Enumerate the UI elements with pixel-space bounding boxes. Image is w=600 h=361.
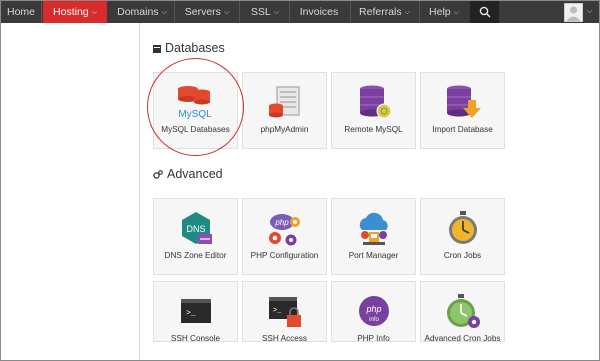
nav-domains-label: Domains — [117, 6, 159, 18]
chevron-down-icon: ⌵ — [453, 9, 459, 16]
section-title-databases: Databases — [153, 41, 225, 56]
nav-ssl[interactable]: SSL ⌵ — [245, 1, 285, 23]
dns-icon-text: DNS — [186, 224, 205, 234]
nav-help[interactable]: Help ⌵ — [424, 1, 464, 23]
tile-label: PHP Info — [357, 334, 390, 343]
search-button[interactable] — [470, 1, 499, 23]
tile-port-manager[interactable]: Port Manager — [331, 198, 416, 275]
php-info-icon: php info — [359, 296, 389, 326]
tile-import-database[interactable]: Import Database — [420, 72, 505, 149]
section-title-databases-label: Databases — [165, 41, 225, 55]
nav-servers-label: Servers — [184, 6, 221, 18]
mysql-icon-text: MySQL — [178, 109, 212, 120]
nav-help-label: Help — [429, 6, 451, 18]
nav-hosting[interactable]: Hosting ⌵ — [43, 1, 107, 23]
tile-label: SSH Access — [261, 334, 308, 343]
nav-domains[interactable]: Domains ⌵ — [111, 1, 173, 23]
cron-jobs-icon — [449, 211, 477, 244]
mysql-icon: MySQL — [178, 86, 212, 120]
nav-divider — [239, 1, 240, 23]
ssh-access-icon-text: >_ — [273, 307, 282, 315]
ssh-console-icon: >_ — [181, 299, 211, 323]
tile-label: phpMyAdmin — [260, 125, 309, 134]
nav-home-label: Home — [6, 6, 35, 18]
tile-ssh-console[interactable]: >_ SSH Console — [153, 281, 238, 343]
tile-ssh-access[interactable]: >_ SSH Access — [242, 281, 327, 343]
tile-remote-mysql[interactable]: Remote MySQL — [331, 72, 416, 149]
chevron-down-icon[interactable]: ⌵ — [587, 1, 592, 23]
nav-hosting-label: Hosting — [53, 6, 89, 18]
tile-phpmyadmin[interactable]: phpMyAdmin — [242, 72, 327, 149]
section-title-advanced-label: Advanced — [167, 167, 223, 181]
tile-label: Cron Jobs — [443, 251, 482, 260]
dns-zone-icon: DNS — [182, 212, 212, 244]
tile-label: Port Manager — [348, 251, 399, 260]
tile-label: Import Database — [432, 125, 493, 134]
php-info-icon-subtext: info — [369, 317, 379, 323]
ssh-console-icon-text: >_ — [186, 309, 196, 318]
tile-advanced-cron-jobs[interactable]: Advanced Cron Jobs — [420, 281, 505, 343]
php-info-icon-text: php — [365, 304, 381, 314]
tile-php-info[interactable]: php info PHP Info — [331, 281, 416, 343]
user-avatar-icon — [565, 4, 582, 21]
nav-referrals-label: Referrals — [359, 6, 402, 18]
chevron-down-icon: ⌵ — [404, 9, 410, 16]
nav-divider — [419, 1, 420, 23]
tile-label: PHP Configuration — [250, 251, 319, 260]
remote-mysql-icon — [360, 85, 392, 119]
nav-divider — [41, 1, 42, 23]
import-database-icon — [447, 85, 481, 118]
tile-label: MySQL Databases — [161, 125, 230, 134]
nav-invoices-label: Invoices — [299, 6, 339, 18]
tile-label: SSH Console — [170, 334, 221, 343]
cogs-small-icon — [153, 168, 163, 182]
chevron-down-icon: ⌵ — [161, 9, 167, 16]
nav-divider — [289, 1, 290, 23]
database-small-icon — [153, 42, 161, 56]
nav-divider — [174, 1, 175, 23]
chevron-down-icon: ⌵ — [273, 9, 280, 16]
tile-mysql-databases[interactable]: MySQL MySQL Databases — [153, 72, 238, 149]
nav-divider — [350, 1, 351, 23]
php-config-icon-text: php — [274, 218, 289, 227]
advanced-cron-jobs-icon — [447, 294, 480, 328]
nav-ssl-label: SSL — [250, 6, 271, 18]
tile-php-configuration[interactable]: php PHP Configuration — [242, 198, 327, 275]
tile-label: DNS Zone Editor — [164, 251, 227, 260]
nav-servers[interactable]: Servers ⌵ — [178, 1, 236, 23]
chevron-down-icon: ⌵ — [223, 9, 230, 16]
nav-invoices[interactable]: Invoices — [293, 1, 345, 23]
port-manager-icon — [359, 212, 388, 245]
top-navigation: Home Hosting ⌵ Domains ⌵ Servers ⌵ SSL ⌵ Inv… — [1, 1, 599, 23]
tile-label: Remote MySQL — [344, 125, 403, 134]
ssh-access-icon: >_ — [269, 297, 301, 327]
nav-home[interactable]: Home — [1, 1, 41, 23]
section-title-advanced: Advanced — [153, 167, 223, 182]
php-config-icon: php — [269, 214, 300, 246]
tile-cron-jobs[interactable]: Cron Jobs — [420, 198, 505, 275]
sidebar — [1, 23, 140, 360]
nav-referrals[interactable]: Referrals ⌵ — [354, 1, 415, 23]
search-icon — [479, 6, 491, 18]
chevron-down-icon: ⌵ — [91, 9, 97, 16]
user-avatar[interactable] — [564, 3, 583, 22]
phpmyadmin-icon — [269, 86, 300, 118]
tile-label: Advanced Cron Jobs — [424, 334, 501, 343]
tile-dns-zone-editor[interactable]: DNS DNS Zone Editor — [153, 198, 238, 275]
